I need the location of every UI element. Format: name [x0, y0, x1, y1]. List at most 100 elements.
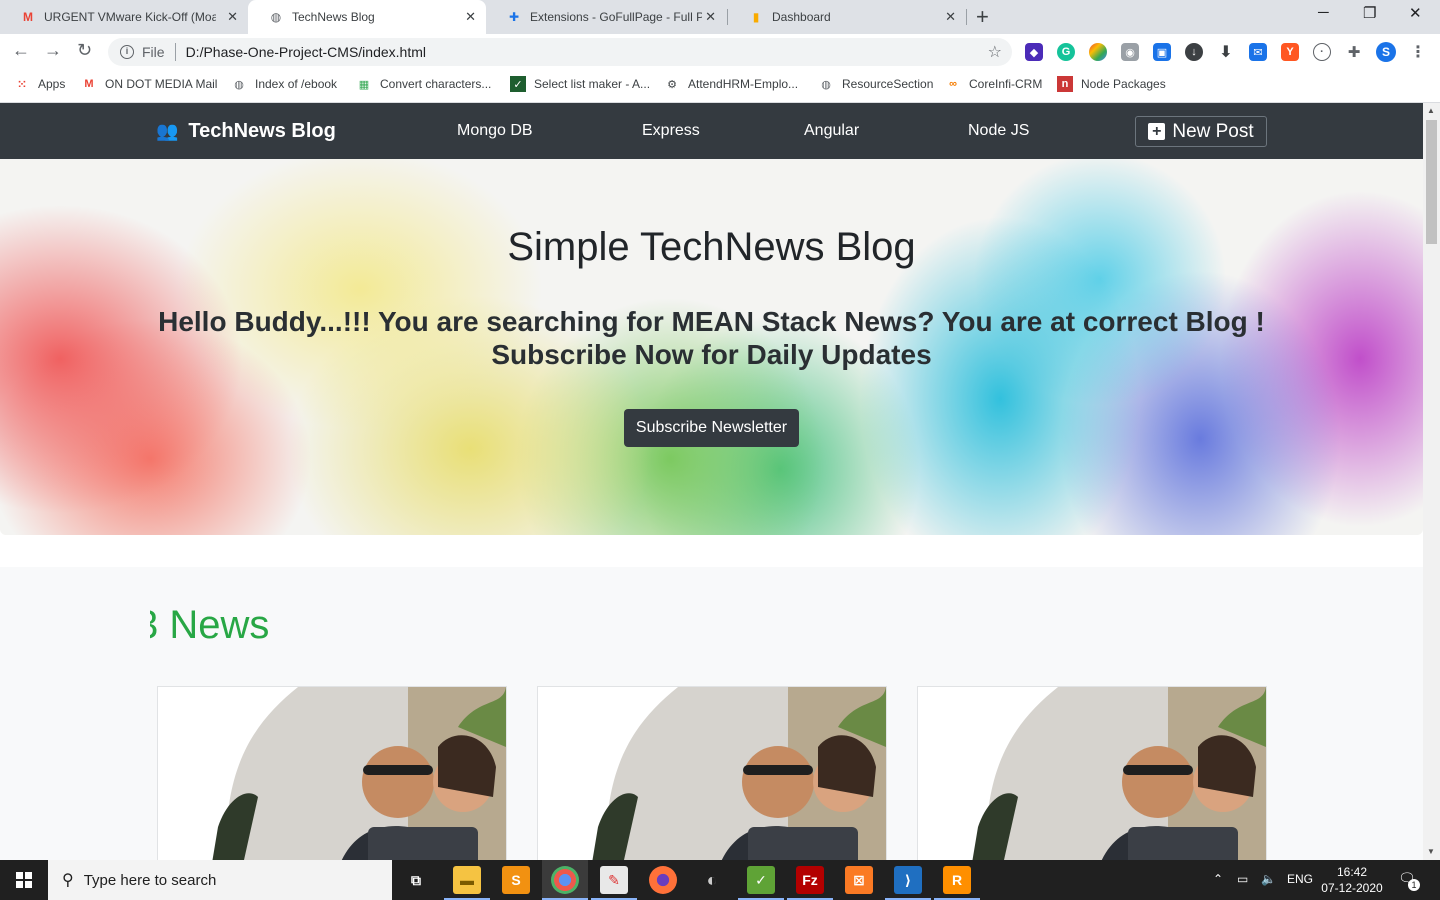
taskbar-search[interactable]: ⚲ Type here to search: [48, 860, 392, 900]
vscode-icon[interactable]: ⟩: [894, 866, 922, 894]
reload-icon[interactable]: ↻: [77, 40, 92, 61]
tab-extensions[interactable]: ✚ Extensions - GoFullPage - Full Pa ✕: [486, 0, 726, 34]
clock-date: 07-12-2020: [1321, 881, 1383, 895]
close-window-icon[interactable]: ✕: [1409, 4, 1422, 22]
bookmark-convert[interactable]: ▦ Convert characters...: [356, 76, 492, 92]
page-scrollbar[interactable]: ▲ ▼: [1423, 103, 1440, 860]
tab-title: Extensions - GoFullPage - Full Pa: [530, 10, 702, 24]
address-url[interactable]: D:/Phase-One-Project-CMS/index.html: [186, 44, 426, 60]
restore-icon[interactable]: ❐: [1363, 4, 1376, 22]
back-icon[interactable]: ←: [12, 40, 30, 61]
sublime-text-icon[interactable]: S: [502, 866, 530, 894]
language-indicator[interactable]: ENG: [1287, 872, 1313, 886]
xampp-icon[interactable]: ⊠: [845, 866, 873, 894]
obs-icon[interactable]: ◐: [698, 866, 726, 894]
file-explorer-icon[interactable]: ▬: [453, 866, 481, 894]
news-heading-text: 3 News: [150, 603, 270, 647]
windows-start-button[interactable]: [0, 860, 48, 900]
scroll-thumb[interactable]: [1426, 120, 1437, 244]
news-section: 3 News: [0, 567, 1423, 860]
site-brand[interactable]: 👥 TechNews Blog: [156, 120, 336, 143]
bookmark-npm[interactable]: n Node Packages: [1057, 76, 1166, 92]
tray-chevron-icon[interactable]: ⌃: [1213, 872, 1223, 886]
volume-icon[interactable]: 🔈: [1261, 872, 1276, 886]
news-heading: 3 News: [150, 603, 550, 648]
people-laptop-photo: [158, 687, 506, 860]
hero-title: Simple TechNews Blog: [507, 225, 916, 269]
news-card[interactable]: [157, 686, 507, 860]
tab-technews[interactable]: ◍ TechNews Blog ✕: [248, 0, 486, 34]
globe-icon: ◍: [270, 10, 282, 24]
camera-icon[interactable]: ◉: [1121, 43, 1139, 61]
hero-jumbotron: Simple TechNews Blog Hello Buddy...!!! Y…: [0, 159, 1423, 535]
minimize-icon[interactable]: ─: [1318, 4, 1329, 21]
bookmark-mail[interactable]: M ON DOT MEDIA Mail: [81, 76, 217, 92]
checkbox-icon: ✓: [510, 76, 526, 92]
rstudio-icon[interactable]: R: [943, 866, 971, 894]
bookmark-resource[interactable]: ◍ ResourceSection: [818, 76, 933, 92]
download-circle-icon[interactable]: ↓: [1185, 43, 1203, 61]
bookmark-star-icon[interactable]: ☆: [988, 42, 1002, 62]
people-laptop-photo: [538, 687, 886, 860]
nav-nodejs[interactable]: Node JS: [968, 122, 1029, 140]
taskbar-clock[interactable]: 16:42 07-12-2020: [1318, 864, 1386, 896]
scroll-down-icon[interactable]: ▼: [1427, 847, 1435, 856]
download-icon[interactable]: ⬇: [1217, 43, 1235, 61]
menu-kebab-icon[interactable]: ⋮: [1409, 43, 1427, 61]
task-view-icon[interactable]: ⧉: [402, 866, 430, 894]
bookmark-crm[interactable]: ∞ CoreInfi-CRM: [945, 76, 1042, 92]
tab-dashboard[interactable]: ▮ Dashboard ✕: [728, 0, 966, 34]
clock-time: 16:42: [1336, 865, 1368, 879]
tab-gmail[interactable]: M URGENT VMware Kick-Off (Moar ✕: [0, 0, 248, 34]
new-post-label: New Post: [1172, 120, 1254, 142]
close-tab-icon[interactable]: ✕: [945, 9, 956, 25]
address-separator: [174, 43, 176, 61]
nav-express[interactable]: Express: [642, 122, 700, 140]
bookmark-label: ON DOT MEDIA Mail: [105, 77, 218, 91]
news-card[interactable]: [537, 686, 887, 860]
yandex-icon[interactable]: Y: [1281, 43, 1299, 61]
browser-chrome: M URGENT VMware Kick-Off (Moar ✕ ◍ TechN…: [0, 0, 1440, 103]
tab-title: Dashboard: [772, 10, 831, 24]
extension-icon[interactable]: ◆: [1025, 43, 1043, 61]
nav-mongodb[interactable]: Mongo DB: [457, 122, 533, 140]
color-picker-icon[interactable]: [1089, 43, 1107, 61]
forward-icon[interactable]: →: [44, 40, 62, 61]
nav-angular[interactable]: Angular: [804, 122, 859, 140]
action-center-icon[interactable]: 🗨 1: [1398, 870, 1420, 891]
paint-icon[interactable]: ✎: [600, 866, 628, 894]
hero-subtitle-line1: Hello Buddy...!!! You are searching for …: [158, 306, 1265, 337]
close-tab-icon[interactable]: ✕: [227, 9, 238, 25]
bookmark-ebook[interactable]: ◍ Index of /ebook: [231, 76, 337, 92]
bookmark-select-list[interactable]: ✓ Select list maker - A...: [510, 76, 650, 92]
address-bar[interactable]: i File D:/Phase-One-Project-CMS/index.ht…: [108, 38, 1012, 66]
tab-title: TechNews Blog: [292, 10, 375, 24]
screenshot-icon[interactable]: ▣: [1153, 43, 1171, 61]
search-placeholder: Type here to search: [83, 871, 217, 889]
network-icon[interactable]: ▭: [1237, 872, 1248, 886]
notepad-icon[interactable]: ✓: [747, 866, 775, 894]
tab-strip: M URGENT VMware Kick-Off (Moar ✕ ◍ TechN…: [0, 0, 1440, 34]
bookmark-attendhrm[interactable]: ⚙ AttendHRM-Emplo...: [664, 76, 798, 92]
info-icon[interactable]: i: [120, 45, 134, 59]
brand-label: TechNews Blog: [188, 120, 336, 142]
puzzle-icon[interactable]: ✚: [1345, 43, 1363, 61]
extension-round-icon[interactable]: ·: [1313, 43, 1331, 61]
bookmark-apps[interactable]: ⁙ Apps: [14, 76, 65, 92]
new-post-button[interactable]: + New Post: [1135, 116, 1267, 147]
profile-avatar[interactable]: S: [1376, 42, 1396, 62]
browser-toolbar: ← → ↻ i File D:/Phase-One-Project-CMS/in…: [0, 34, 1440, 70]
new-tab-button[interactable]: +: [976, 4, 989, 30]
subscribe-newsletter-button[interactable]: Subscribe Newsletter: [624, 409, 799, 447]
news-card[interactable]: [917, 686, 1267, 860]
close-tab-icon[interactable]: ✕: [465, 9, 476, 25]
plus-square-icon: +: [1148, 123, 1166, 140]
grammarly-icon[interactable]: G: [1057, 43, 1075, 61]
crm-icon: ∞: [949, 78, 957, 90]
scroll-up-icon[interactable]: ▲: [1427, 106, 1435, 115]
filezilla-icon[interactable]: Fz: [796, 866, 824, 894]
close-tab-icon[interactable]: ✕: [705, 9, 716, 25]
mail-icon[interactable]: ✉: [1249, 43, 1267, 61]
npm-icon: n: [1057, 76, 1073, 92]
firefox-icon[interactable]: [649, 866, 677, 894]
